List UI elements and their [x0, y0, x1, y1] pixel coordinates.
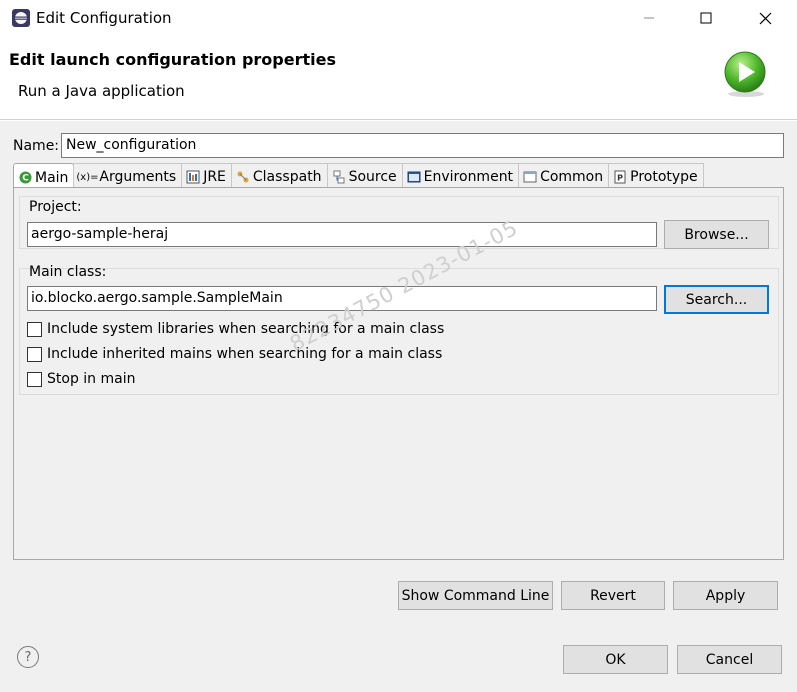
browse-button[interactable]: Browse... — [664, 220, 769, 249]
apply-button[interactable]: Apply — [673, 581, 778, 610]
checkbox[interactable] — [27, 371, 42, 387]
tab-common[interactable]: Common — [518, 163, 610, 188]
cancel-button[interactable]: Cancel — [677, 645, 782, 674]
main-class-icon: C — [18, 171, 32, 185]
maximize-icon — [700, 12, 712, 24]
prototype-icon: P — [613, 170, 627, 184]
tab-source-label: Source — [348, 169, 397, 185]
tab-bar: C Main (x)= Arguments JRE Classpath Sour… — [13, 163, 704, 189]
tab-prototype-label: Prototype — [630, 169, 698, 185]
name-input[interactable]: New_configuration — [61, 133, 784, 158]
tab-source[interactable]: Source — [326, 163, 403, 188]
tab-environment-label: Environment — [423, 169, 514, 185]
tab-environment[interactable]: Environment — [401, 163, 520, 188]
dialog-header: Edit launch configuration properties Run… — [0, 36, 797, 120]
jre-icon — [186, 170, 200, 184]
svg-text:P: P — [617, 174, 623, 183]
header-title: Edit launch configuration properties — [9, 50, 336, 69]
minimize-button[interactable] — [626, 4, 672, 32]
main-class-label: Main class: — [29, 264, 107, 280]
revert-button[interactable]: Revert — [561, 581, 665, 610]
source-icon — [332, 170, 346, 184]
tab-common-label: Common — [540, 169, 604, 185]
include-system-libraries-option[interactable]: Include system libraries when searching … — [27, 321, 444, 337]
environment-icon — [407, 170, 421, 184]
include-inherited-mains-option[interactable]: Include inherited mains when searching f… — [27, 346, 442, 362]
checkbox[interactable] — [27, 346, 42, 362]
tab-arguments[interactable]: (x)= Arguments — [73, 163, 183, 188]
header-subtitle: Run a Java application — [18, 82, 185, 100]
stop-in-main-option[interactable]: Stop in main — [27, 371, 135, 387]
common-icon — [523, 170, 537, 184]
window-title: Edit Configuration — [36, 9, 172, 27]
run-icon — [724, 51, 766, 97]
title-bar: Edit Configuration — [0, 0, 797, 36]
tab-classpath[interactable]: Classpath — [230, 163, 328, 188]
ok-button[interactable]: OK — [563, 645, 668, 674]
option-label: Stop in main — [47, 371, 136, 387]
help-icon[interactable]: ? — [17, 646, 39, 668]
close-button[interactable] — [742, 4, 788, 32]
dialog-body: Name: New_configuration C Main (x)= Argu… — [0, 121, 797, 692]
svg-text:C: C — [22, 174, 29, 184]
search-button[interactable]: Search... — [664, 285, 769, 314]
tab-main-label: Main — [35, 169, 69, 186]
name-label: Name: — [13, 138, 60, 154]
tab-classpath-label: Classpath — [252, 169, 322, 185]
tab-jre[interactable]: JRE — [181, 163, 232, 188]
show-command-line-button[interactable]: Show Command Line — [398, 581, 553, 610]
option-label: Include inherited mains when searching f… — [47, 346, 443, 362]
tab-main[interactable]: C Main — [13, 163, 75, 189]
maximize-button[interactable] — [683, 4, 729, 32]
classpath-icon — [236, 170, 250, 184]
tab-prototype[interactable]: P Prototype — [608, 163, 704, 188]
tab-jre-label: JRE — [203, 169, 226, 185]
arguments-icon: (x)= — [76, 171, 99, 183]
eclipse-app-icon — [12, 9, 30, 27]
option-label: Include system libraries when searching … — [47, 321, 445, 337]
close-icon — [759, 12, 771, 24]
project-input[interactable]: aergo-sample-heraj — [27, 222, 657, 247]
tab-arguments-label: Arguments — [99, 169, 177, 185]
project-label: Project: — [29, 199, 82, 215]
checkbox[interactable] — [27, 321, 42, 337]
main-tab-panel: Project: aergo-sample-heraj Browse... Ma… — [13, 187, 784, 560]
minimize-icon — [644, 17, 654, 19]
